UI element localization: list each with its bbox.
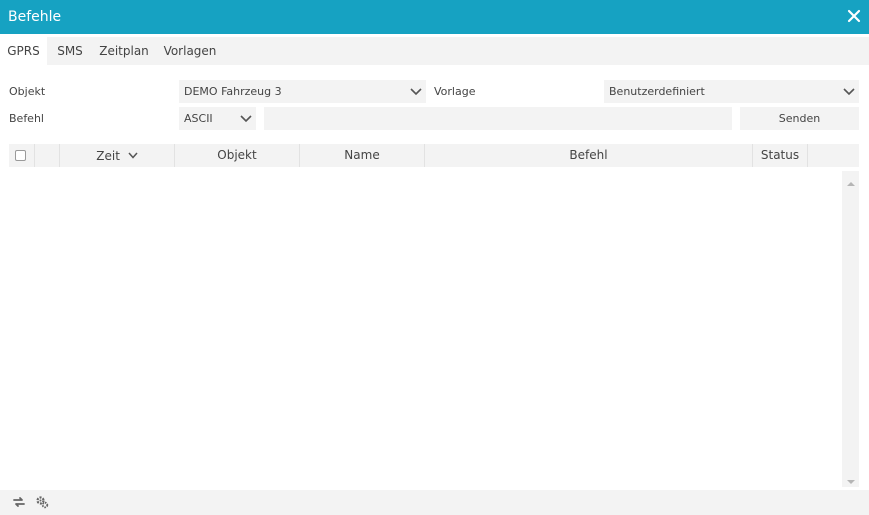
- objekt-select-value: DEMO Fahrzeug 3: [184, 85, 282, 98]
- tab-bar: GPRS SMS Zeitplan Vorlagen: [0, 37, 869, 65]
- vorlage-select-value: Benutzerdefiniert: [609, 85, 705, 98]
- encoding-select-value: ASCII: [184, 112, 213, 125]
- tab-vorlagen[interactable]: Vorlagen: [160, 37, 220, 65]
- objekt-label: Objekt: [9, 85, 46, 98]
- vorlage-label: Vorlage: [434, 85, 476, 98]
- header-name[interactable]: Name: [300, 144, 425, 167]
- send-button[interactable]: Senden: [740, 107, 859, 130]
- tab-sms[interactable]: SMS: [50, 37, 90, 65]
- chevron-down-icon: [410, 86, 422, 96]
- header-zeit-label: Zeit: [96, 149, 120, 163]
- command-input[interactable]: [264, 107, 732, 130]
- header-befehl[interactable]: Befehl: [425, 144, 753, 167]
- scroll-down-icon[interactable]: [847, 475, 855, 484]
- chevron-down-icon: [240, 113, 252, 123]
- table-body: [9, 167, 859, 487]
- header-objekt[interactable]: Objekt: [175, 144, 300, 167]
- settings-icon[interactable]: [35, 495, 49, 509]
- scroll-up-icon[interactable]: [847, 177, 855, 186]
- select-all-checkbox[interactable]: [15, 150, 26, 161]
- footer-toolbar: [0, 490, 869, 515]
- close-icon[interactable]: [847, 8, 861, 24]
- befehl-label: Befehl: [9, 112, 44, 125]
- chevron-down-icon: [843, 86, 855, 96]
- sort-desc-icon: [128, 144, 138, 167]
- refresh-icon[interactable]: [12, 495, 26, 509]
- header-zeit[interactable]: Zeit: [60, 144, 175, 167]
- vertical-scrollbar[interactable]: [842, 171, 859, 487]
- vorlage-select[interactable]: Benutzerdefiniert: [604, 80, 859, 103]
- window-titlebar: Befehle: [0, 0, 869, 34]
- header-blank-cell: [35, 144, 60, 167]
- tab-gprs[interactable]: GPRS: [0, 37, 47, 65]
- encoding-select[interactable]: ASCII: [179, 107, 256, 130]
- header-status[interactable]: Status: [753, 144, 808, 167]
- table-header: Zeit Objekt Name Befehl Status: [9, 144, 859, 167]
- tab-zeitplan[interactable]: Zeitplan: [95, 37, 153, 65]
- objekt-select[interactable]: DEMO Fahrzeug 3: [179, 80, 426, 103]
- header-select-cell: [9, 144, 35, 167]
- window-title: Befehle: [8, 9, 62, 25]
